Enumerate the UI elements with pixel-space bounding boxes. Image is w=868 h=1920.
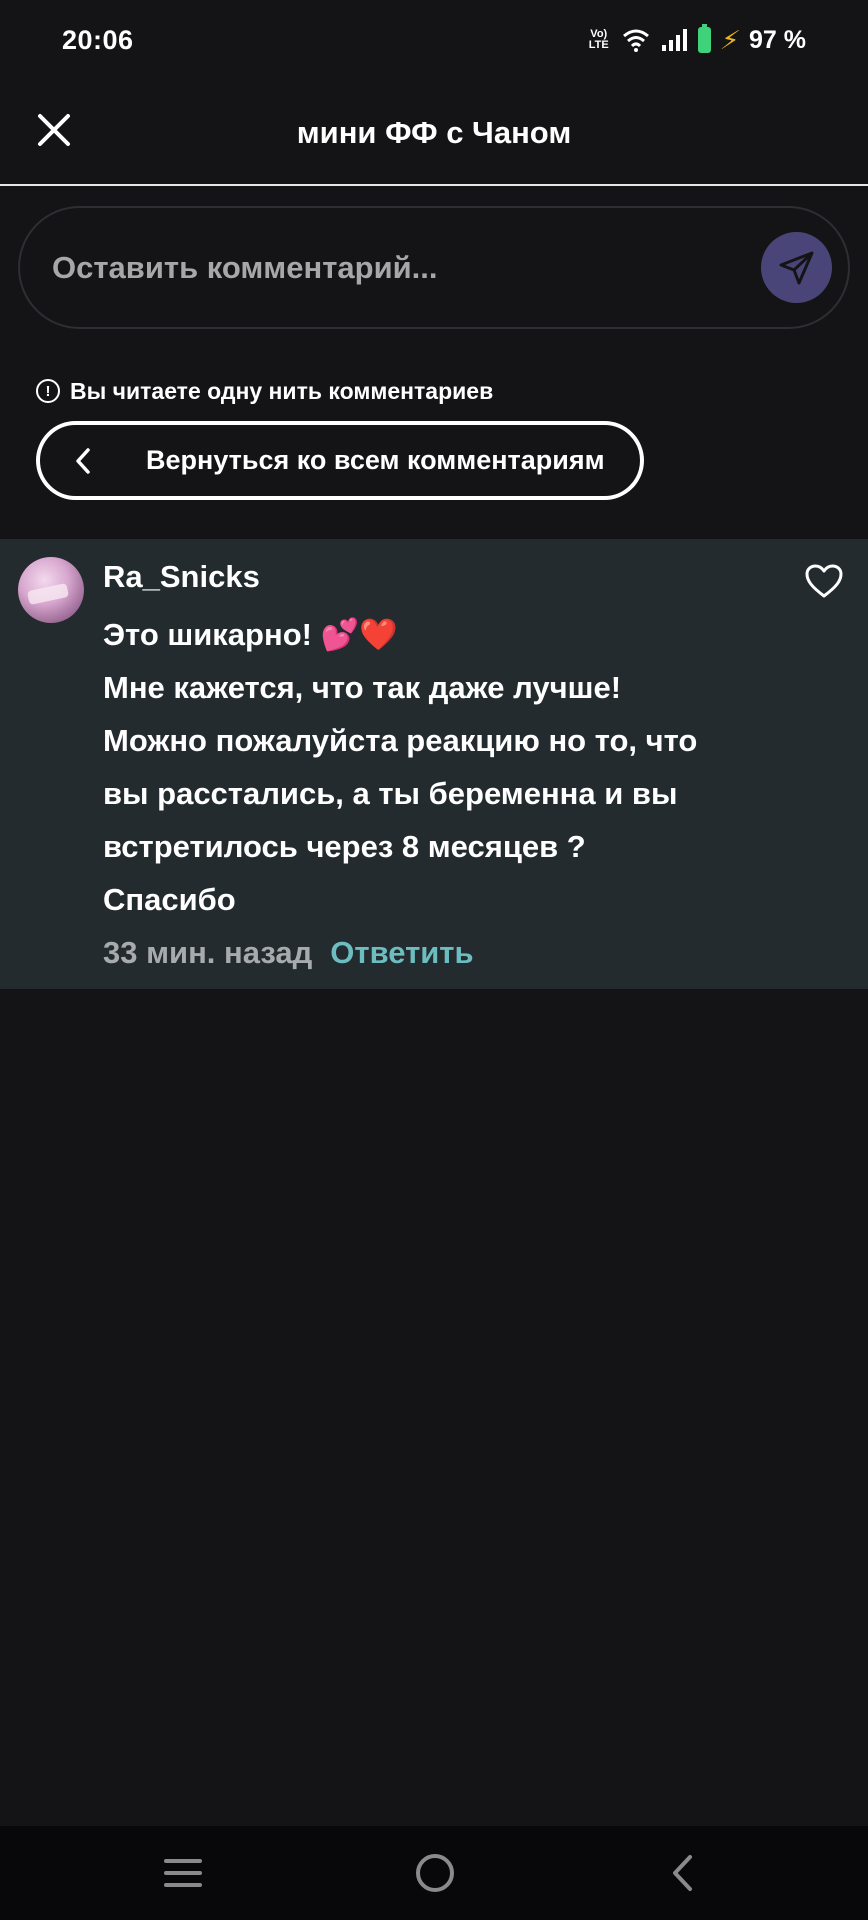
nav-menu-button[interactable] (158, 1848, 208, 1898)
avatar[interactable] (18, 557, 84, 623)
wifi-icon (622, 29, 649, 52)
info-icon: ! (36, 379, 60, 403)
system-nav-bar (0, 1826, 868, 1920)
comment-text: Это шикарно! 💕❤️ Мне кажется, что так да… (103, 608, 783, 926)
heart-icon (805, 564, 843, 598)
nav-home-button[interactable] (410, 1848, 460, 1898)
close-icon (38, 114, 70, 146)
comment-line: встретилось через 8 месяцев ? (103, 829, 586, 864)
status-time: 20:06 (62, 24, 134, 55)
chevron-left-icon (74, 447, 102, 475)
nav-back-button[interactable] (658, 1848, 708, 1898)
home-icon (416, 1854, 454, 1892)
comment-input[interactable] (52, 238, 692, 298)
comment-line: Мне кажется, что так даже лучше! (103, 670, 622, 705)
page-title: мини ФФ с Чаном (296, 115, 572, 150)
like-button[interactable] (804, 563, 844, 599)
battery-percent: 97 % (749, 25, 806, 54)
status-bar: 20:06 Vo) LTE ⚡ 97 % (0, 0, 868, 80)
comment-card: Ra_Snicks Это шикарно! 💕❤️ Мне кажется, … (0, 539, 868, 989)
comment-line: Спасибо (103, 882, 236, 917)
status-icons: Vo) LTE ⚡ 97 % (586, 24, 806, 56)
comment-line: вы расстались, а ты беременна и вы (103, 776, 678, 811)
charging-icon: ⚡ (718, 24, 742, 55)
menu-icon (164, 1859, 202, 1887)
thread-notice-text: Вы читаете одну нить комментариев (70, 377, 494, 404)
comment-line: Это шикарно! 💕❤️ (103, 617, 398, 652)
signal-icon (661, 29, 687, 51)
comment-composer (18, 206, 850, 329)
comment-timestamp: 33 мин. назад (103, 935, 313, 970)
comment-username[interactable]: Ra_Snicks (103, 559, 260, 595)
reply-button[interactable]: Ответить (330, 935, 473, 971)
send-icon (779, 251, 813, 284)
comment-line: Можно пожалуйста реакцию но то, что (103, 723, 698, 758)
send-button[interactable] (761, 232, 832, 303)
volte-icon: Vo) LTE (588, 28, 609, 51)
top-bar: мини ФФ с Чаном (0, 80, 868, 186)
back-to-all-comments-label: Вернуться ко всем комментариям (146, 445, 605, 475)
close-button[interactable] (28, 104, 80, 156)
comment-meta: 33 мин. назад Ответить (103, 929, 474, 977)
thread-notice: ! Вы читаете одну нить комментариев (36, 376, 493, 406)
battery-icon (697, 24, 711, 53)
back-icon (673, 1855, 692, 1891)
back-to-all-comments-button[interactable]: Вернуться ко всем комментариям (36, 421, 644, 500)
